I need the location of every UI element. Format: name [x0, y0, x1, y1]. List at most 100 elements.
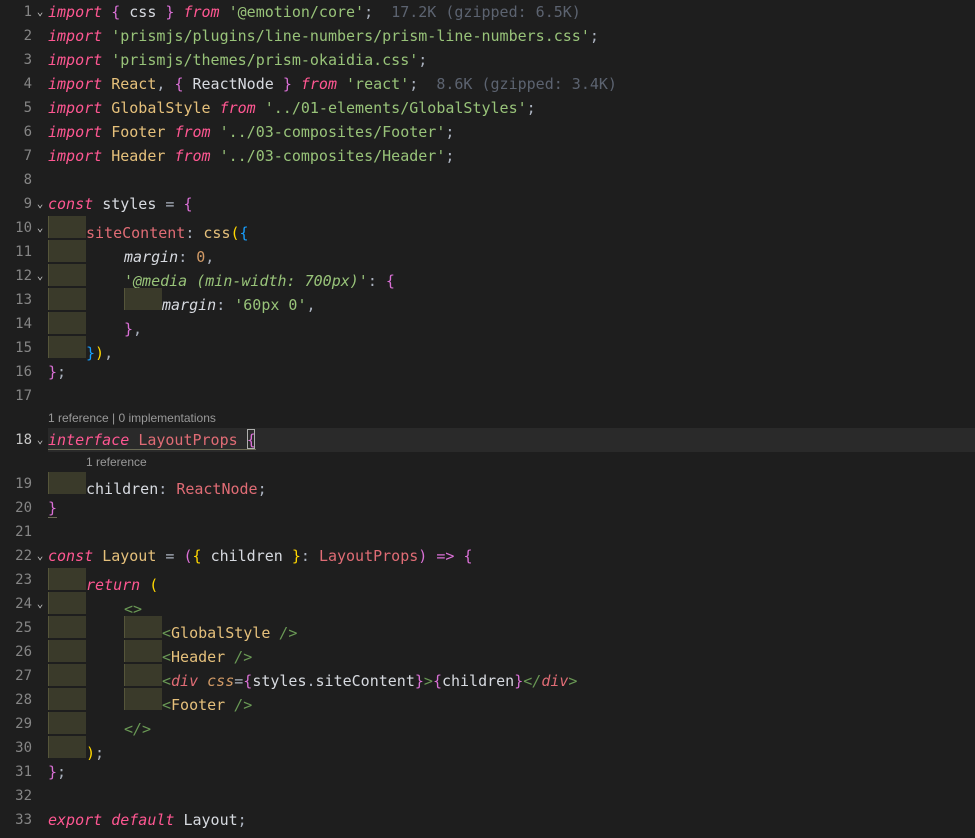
- fold-spacer: [32, 24, 48, 48]
- chevron-down-icon[interactable]: ⌄: [32, 592, 48, 616]
- code-line[interactable]: 32: [0, 784, 975, 808]
- code-line[interactable]: 20 }: [0, 496, 975, 520]
- code-line[interactable]: 25 <GlobalStyle />: [0, 616, 975, 640]
- code[interactable]: <GlobalStyle />: [48, 616, 975, 640]
- code-line[interactable]: 9 ⌄ const styles = {: [0, 192, 975, 216]
- chevron-down-icon[interactable]: ⌄: [32, 544, 48, 568]
- line-number: 12: [0, 264, 32, 288]
- editor-root[interactable]: 1 ⌄ import { css } from '@emotion/core';…: [0, 0, 975, 838]
- code-line[interactable]: 24 ⌄ <>: [0, 592, 975, 616]
- code-line[interactable]: 12 ⌄ '@media (min-width: 700px)': {: [0, 264, 975, 288]
- code[interactable]: return (: [48, 568, 975, 592]
- code-line[interactable]: 16 };: [0, 360, 975, 384]
- code[interactable]: <div css={styles.siteContent}>{children}…: [48, 664, 975, 688]
- kw-const: const: [48, 195, 93, 213]
- code-line[interactable]: 1 ⌄ import { css } from '@emotion/core';…: [0, 0, 975, 24]
- codelens-text[interactable]: 1 reference: [48, 452, 975, 472]
- code[interactable]: import Header from '../03-composites/Hea…: [48, 144, 975, 168]
- fold-spacer: [32, 736, 48, 760]
- code[interactable]: }),: [48, 336, 975, 360]
- semi: ;: [527, 99, 536, 117]
- ident-globalstyle: GlobalStyle: [111, 99, 210, 117]
- code[interactable]: <Header />: [48, 640, 975, 664]
- code-line[interactable]: 5 import GlobalStyle from '../01-element…: [0, 96, 975, 120]
- brace: }: [48, 499, 57, 517]
- code-line[interactable]: 14 },: [0, 312, 975, 336]
- chevron-down-icon[interactable]: ⌄: [32, 192, 48, 216]
- code-line[interactable]: 27 <div css={styles.siteContent}>{childr…: [0, 664, 975, 688]
- chevron-down-icon[interactable]: ⌄: [32, 216, 48, 240]
- code-line[interactable]: 4 import React, { ReactNode } from 'reac…: [0, 72, 975, 96]
- code[interactable]: [48, 520, 975, 544]
- code[interactable]: export default Layout;: [48, 808, 975, 832]
- semi: ;: [445, 123, 454, 141]
- code-line[interactable]: 8: [0, 168, 975, 192]
- code-line[interactable]: 15 }),: [0, 336, 975, 360]
- code[interactable]: margin: '60px 0',: [48, 288, 975, 312]
- code-line[interactable]: 3 import 'prismjs/themes/prism-okaidia.c…: [0, 48, 975, 72]
- code[interactable]: import 'prismjs/plugins/line-numbers/pri…: [48, 24, 975, 48]
- fold-spacer: [32, 360, 48, 384]
- code[interactable]: </>: [48, 712, 975, 736]
- code[interactable]: import React, { ReactNode } from 'react'…: [48, 72, 975, 96]
- code-line[interactable]: 26 <Header />: [0, 640, 975, 664]
- code-line[interactable]: 6 import Footer from '../03-composites/F…: [0, 120, 975, 144]
- code[interactable]: siteContent: css({: [48, 216, 975, 240]
- ident-footer: Footer: [111, 123, 165, 141]
- code[interactable]: import GlobalStyle from '../01-elements/…: [48, 96, 975, 120]
- code[interactable]: children: ReactNode;: [48, 472, 975, 496]
- code[interactable]: <>: [48, 592, 975, 616]
- code-line[interactable]: 13 margin: '60px 0',: [0, 288, 975, 312]
- code-line-current[interactable]: 18 ⌄ interface LayoutProps {: [0, 428, 975, 452]
- code[interactable]: [48, 384, 975, 408]
- chevron-down-icon[interactable]: ⌄: [32, 264, 48, 288]
- code[interactable]: const Layout = ({ children }: LayoutProp…: [48, 544, 975, 568]
- codelens-text[interactable]: 1 reference | 0 implementations: [48, 408, 975, 428]
- code[interactable]: const styles = {: [48, 192, 975, 216]
- line-number: 23: [0, 568, 32, 592]
- codelens[interactable]: 1 reference | 0 implementations: [0, 408, 975, 428]
- codelens[interactable]: 1 reference: [0, 452, 975, 472]
- code-line[interactable]: 17: [0, 384, 975, 408]
- ident-children: children: [211, 547, 283, 565]
- code[interactable]: };: [48, 360, 975, 384]
- kw-from: from: [174, 147, 210, 165]
- code-line[interactable]: 11 margin: 0,: [0, 240, 975, 264]
- code-line[interactable]: 23 return (: [0, 568, 975, 592]
- kw-import: import: [48, 51, 102, 69]
- code-line[interactable]: 22 ⌄ const Layout = ({ children }: Layou…: [0, 544, 975, 568]
- comma: ,: [156, 75, 165, 93]
- code[interactable]: interface LayoutProps {: [48, 428, 975, 452]
- code[interactable]: };: [48, 760, 975, 784]
- code[interactable]: import Footer from '../03-composites/Foo…: [48, 120, 975, 144]
- eq: =: [165, 547, 174, 565]
- code[interactable]: }: [48, 496, 975, 520]
- code[interactable]: );: [48, 736, 975, 760]
- fold-spacer: [32, 72, 48, 96]
- line-number: 10: [0, 216, 32, 240]
- line-number: 9: [0, 192, 32, 216]
- code-line[interactable]: 30 );: [0, 736, 975, 760]
- code-line[interactable]: 29 </>: [0, 712, 975, 736]
- code[interactable]: },: [48, 312, 975, 336]
- code-line[interactable]: 28 <Footer />: [0, 688, 975, 712]
- code-line[interactable]: 33 export default Layout;: [0, 808, 975, 832]
- chevron-down-icon[interactable]: ⌄: [32, 428, 48, 452]
- code[interactable]: <Footer />: [48, 688, 975, 712]
- code[interactable]: import { css } from '@emotion/core'; 17.…: [48, 0, 975, 24]
- string: 'prismjs/plugins/line-numbers/prism-line…: [111, 27, 590, 45]
- kw-import: import: [48, 147, 102, 165]
- code[interactable]: [48, 168, 975, 192]
- code-line[interactable]: 31 };: [0, 760, 975, 784]
- chevron-down-icon[interactable]: ⌄: [32, 0, 48, 24]
- code-line[interactable]: 21: [0, 520, 975, 544]
- code[interactable]: import 'prismjs/themes/prism-okaidia.css…: [48, 48, 975, 72]
- code-line[interactable]: 19 children: ReactNode;: [0, 472, 975, 496]
- code-line[interactable]: 2 import 'prismjs/plugins/line-numbers/p…: [0, 24, 975, 48]
- fold-spacer: [32, 240, 48, 264]
- code-line[interactable]: 7 import Header from '../03-composites/H…: [0, 144, 975, 168]
- code[interactable]: '@media (min-width: 700px)': {: [48, 264, 975, 288]
- code[interactable]: margin: 0,: [48, 240, 975, 264]
- code[interactable]: [48, 784, 975, 808]
- code-line[interactable]: 10 ⌄ siteContent: css({: [0, 216, 975, 240]
